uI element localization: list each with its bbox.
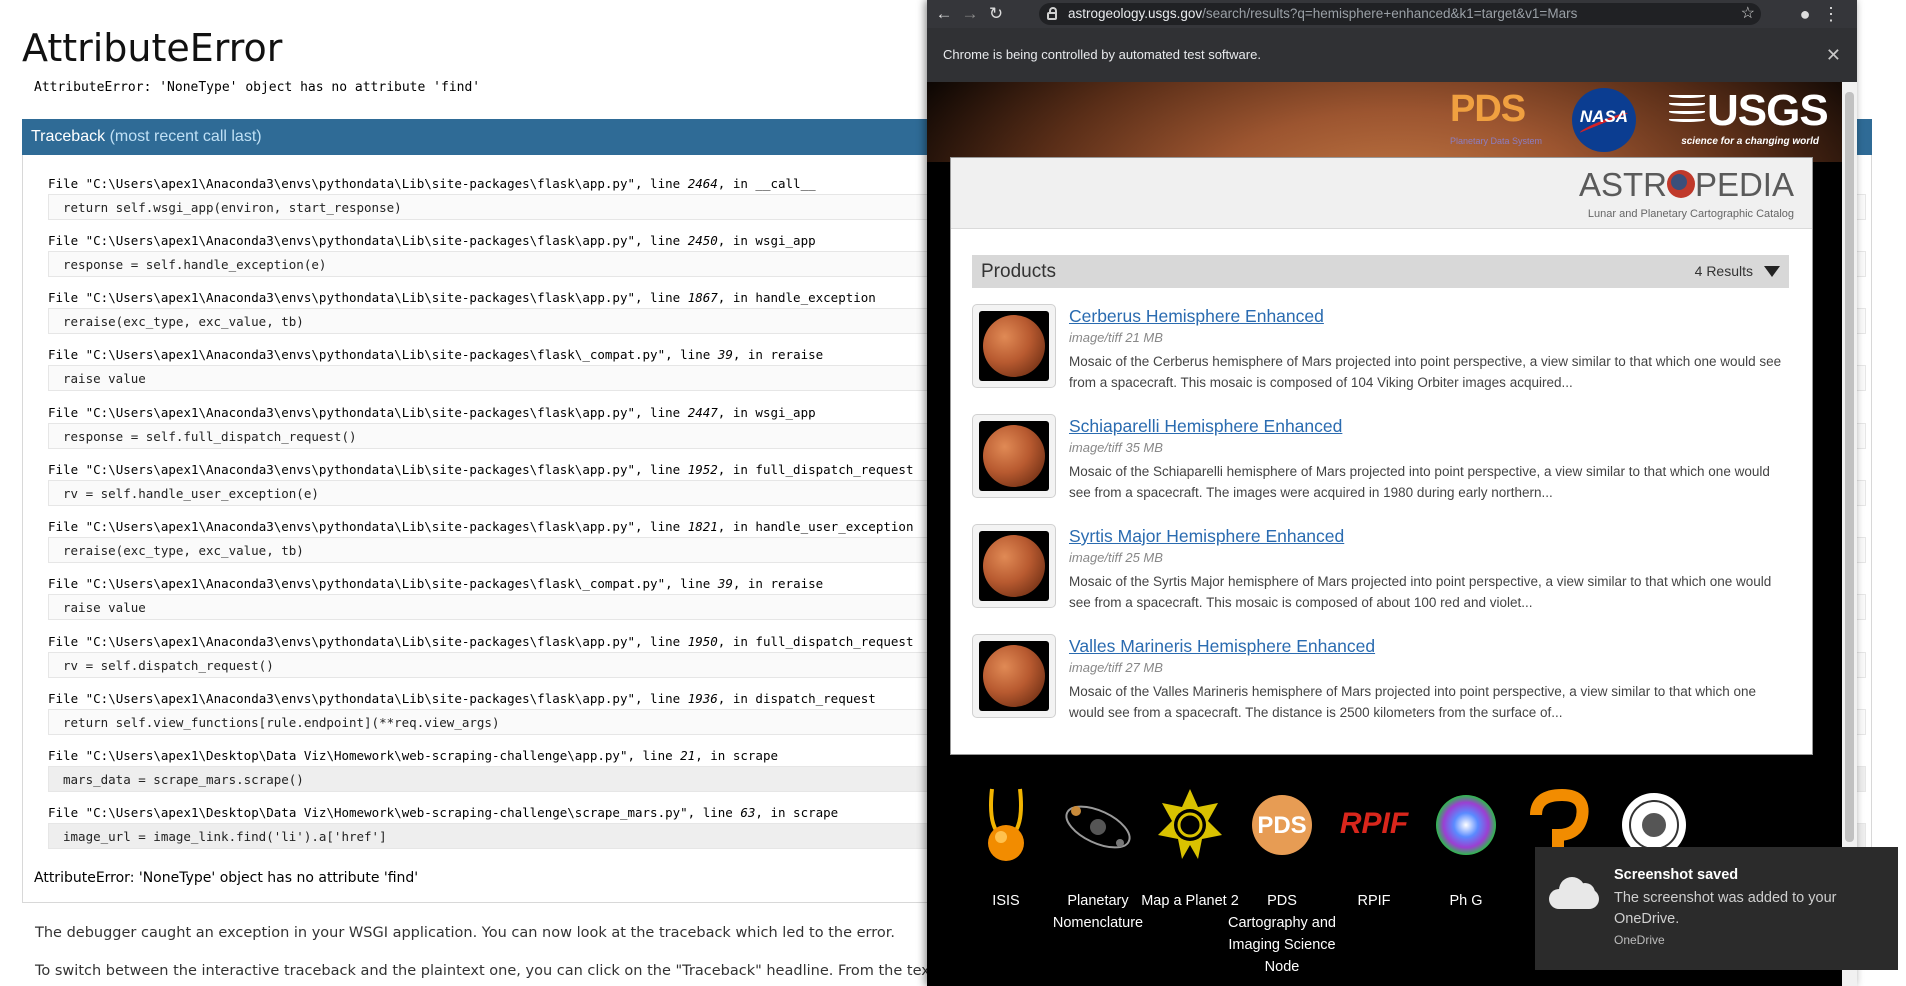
mars-globe-image — [979, 641, 1049, 711]
result-description: Mosaic of the Schiaparelli hemisphere of… — [1069, 464, 1770, 500]
astropedia-tagline: Lunar and Planetary Cartographic Catalog — [1587, 208, 1794, 220]
infobar-close-icon[interactable]: ✕ — [1826, 28, 1841, 82]
browser-toolbar: ← → ↻ astrogeology.usgs.gov/search/resul… — [927, 0, 1857, 28]
traceback-label[interactable]: Traceback — [31, 128, 105, 145]
bookmark-star-icon[interactable]: ☆ — [1741, 3, 1755, 25]
mars-globe-image — [979, 421, 1049, 491]
results-count: 4 Results — [1694, 263, 1753, 279]
results-panel: ASTR PEDIA Lunar and Planetary Cartograph… — [950, 157, 1813, 755]
toast-body: The screenshot was added to your OneDriv… — [1614, 890, 1837, 927]
url-host[interactable]: astrogeology.usgs.gov — [1068, 6, 1202, 21]
frame-function: , in wsgi_app — [717, 233, 816, 248]
frame-function: , in full_dispatch_request — [717, 634, 914, 649]
mars-globe-image — [979, 311, 1049, 381]
page-title: AttributeError — [22, 26, 283, 70]
infobar-text: Chrome is being controlled by automated … — [943, 47, 1261, 62]
hemisphere-thumbnail[interactable] — [972, 414, 1056, 498]
usgs-logo[interactable]: USGS science for a changing world — [1669, 86, 1829, 152]
final-error: AttributeError: 'NoneType' object has no… — [34, 870, 419, 886]
frame-line-number: 1867 — [687, 290, 718, 305]
frame-line-number: 1936 — [687, 691, 718, 706]
frame-function: , in handle_user_exception — [717, 519, 914, 534]
toast-source: OneDrive — [1614, 933, 1665, 947]
mars-globe-image — [979, 531, 1049, 601]
debugger-info-paragraph: The debugger caught an exception in your… — [35, 925, 896, 941]
result-title-link[interactable]: Cerberus Hemisphere Enhanced — [1069, 306, 1324, 327]
result-title-link[interactable]: Syrtis Major Hemisphere Enhanced — [1069, 526, 1344, 547]
nasa-logo[interactable]: NASA — [1572, 88, 1636, 152]
frame-function: , in scrape — [755, 805, 839, 820]
menu-kebab-icon[interactable]: ⋮ — [1820, 3, 1842, 25]
url-path[interactable]: /search/results?q=hemisphere+enhanced&k1… — [1202, 6, 1577, 21]
result-item: Valles Marineris Hemisphere Enhanced imag… — [972, 634, 1789, 738]
result-meta: image/tiff 21 MB — [1069, 330, 1163, 345]
frame-function: , in dispatch_request — [717, 691, 876, 706]
traceback-sublabel: (most recent call last) — [109, 128, 262, 145]
frame-line-number: 1950 — [687, 634, 718, 649]
forward-icon[interactable]: → — [959, 3, 981, 25]
onedrive-cloud-icon — [1549, 877, 1599, 911]
result-description: Mosaic of the Syrtis Major hemisphere of… — [1069, 574, 1772, 610]
frame-line-number: 2464 — [687, 176, 718, 191]
chrome-window: ← → ↻ astrogeology.usgs.gov/search/resul… — [927, 0, 1857, 986]
usgs-wave-icon — [1669, 94, 1705, 132]
frame-function: , in __call__ — [717, 176, 816, 191]
planetary-orbit-icon — [1065, 805, 1131, 849]
frame-function: , in wsgi_app — [717, 405, 816, 420]
result-item: Cerberus Hemisphere Enhanced image/tiff 2… — [972, 304, 1789, 408]
isis-icon — [988, 788, 1024, 861]
frame-function: , in reraise — [732, 347, 824, 362]
photojournal-icon — [1436, 795, 1496, 855]
automation-infobar: Chrome is being controlled by automated … — [927, 28, 1857, 82]
lock-icon[interactable] — [1047, 7, 1057, 20]
result-meta: image/tiff 35 MB — [1069, 440, 1163, 455]
toast-title: Screenshot saved — [1614, 867, 1739, 883]
onedrive-toast[interactable]: Screenshot saved The screenshot was adde… — [1535, 847, 1898, 970]
mars-banner: PDS Planetary Data System NASA USGS scie… — [927, 82, 1842, 162]
svg-text:PDS: PDS — [1257, 812, 1306, 839]
profile-avatar-icon[interactable]: ● — [1794, 3, 1816, 25]
address-bar[interactable]: astrogeology.usgs.gov/search/results?q=h… — [1039, 3, 1761, 25]
frame-line-number: 2447 — [687, 405, 718, 420]
products-label: Products — [981, 261, 1056, 282]
frame-line-number: 63 — [740, 805, 756, 820]
collapse-triangle-icon[interactable] — [1764, 266, 1780, 277]
frame-line-number: 1821 — [687, 519, 718, 534]
frame-function: , in handle_exception — [717, 290, 876, 305]
pds-icon: PDS — [1252, 795, 1312, 855]
frame-line-number: 21 — [680, 748, 696, 763]
result-title-link[interactable]: Schiaparelli Hemisphere Enhanced — [1069, 416, 1342, 437]
result-item: Syrtis Major Hemisphere Enhanced image/ti… — [972, 524, 1789, 628]
result-title-link[interactable]: Valles Marineris Hemisphere Enhanced — [1069, 636, 1375, 657]
frame-function: , in scrape — [695, 748, 779, 763]
frame-line-number: 1952 — [687, 462, 718, 477]
astropedia-logo[interactable]: ASTR PEDIA — [1579, 166, 1794, 204]
orbit-icon — [1666, 170, 1695, 198]
hemisphere-thumbnail[interactable] — [972, 524, 1056, 608]
astropedia-header: ASTR PEDIA Lunar and Planetary Cartograph… — [951, 158, 1812, 229]
svg-text:RPIF: RPIF — [1340, 807, 1409, 840]
back-icon[interactable]: ← — [933, 3, 955, 25]
frame-line-number: 39 — [717, 347, 733, 362]
frame-function: , in full_dispatch_request — [717, 462, 914, 477]
rpif-icon: RPIF — [1340, 807, 1409, 840]
result-item: Schiaparelli Hemisphere Enhanced image/ti… — [972, 414, 1789, 518]
reload-icon[interactable]: ↻ — [985, 3, 1007, 25]
hemisphere-thumbnail[interactable] — [972, 304, 1056, 388]
products-header[interactable]: Products 4 Results — [972, 255, 1789, 288]
map-a-planet-icon — [1158, 789, 1222, 859]
result-meta: image/tiff 25 MB — [1069, 550, 1163, 565]
frame-line-number: 2450 — [687, 233, 718, 248]
scrollbar-thumb[interactable] — [1845, 92, 1854, 842]
pds-logo[interactable]: PDS Planetary Data System — [1444, 88, 1542, 148]
error-message: AttributeError: 'NoneType' object has no… — [34, 80, 481, 95]
result-meta: image/tiff 27 MB — [1069, 660, 1163, 675]
result-description: Mosaic of the Valles Marineris hemispher… — [1069, 684, 1757, 720]
frame-line-number: 39 — [717, 576, 733, 591]
frame-function: , in reraise — [732, 576, 824, 591]
result-description: Mosaic of the Cerberus hemisphere of Mar… — [1069, 354, 1782, 390]
hemisphere-thumbnail[interactable] — [972, 634, 1056, 718]
